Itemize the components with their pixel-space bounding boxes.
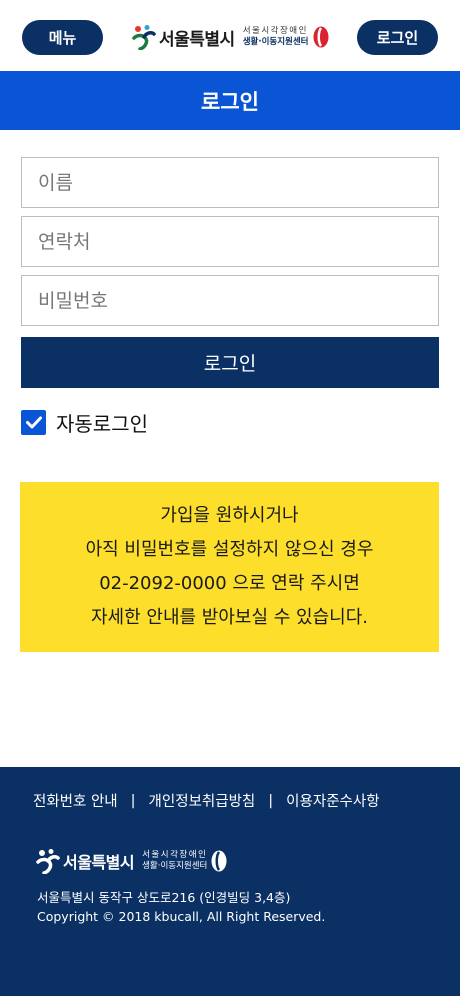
login-button-header[interactable]: 로그인 [357, 20, 438, 55]
page-title: 로그인 [0, 71, 460, 130]
logo-text: 서울특별시 [159, 29, 235, 50]
footer-separator: | [130, 792, 136, 809]
seoul-logo[interactable]: 서울특별시 서울시각장애인 생활·이동지원센터 [132, 20, 329, 54]
footer-logo-text: 서울특별시 [63, 853, 135, 872]
footer-separator: | [268, 792, 274, 809]
footer-address-block: 서울특별시 동작구 상도로216 (인경빌딩 3,4층) Copyright ©… [37, 888, 325, 926]
footer-copyright: Copyright © 2018 kbucall, All Right Rese… [37, 909, 326, 924]
notice-line: 아직 비밀번호를 설정하지 않으신 경우 [85, 539, 374, 560]
notice-line: 가입을 원하시거나 [160, 505, 299, 526]
login-submit-button[interactable]: 로그인 [21, 337, 439, 388]
footer-center-name-line1: 서울시각장애인 [142, 850, 208, 860]
center-badge-icon [313, 26, 328, 48]
footer-center-name: 서울시각장애인 생활·이동지원센터 [142, 850, 207, 872]
notice-line: 자세한 안내를 받아보실 수 있습니다. [90, 607, 368, 628]
menu-button[interactable]: 메뉴 [22, 20, 103, 55]
notice-line: 02-2092-0000 으로 연락 주시면 [99, 573, 360, 594]
center-name: 서울시각장애인 생활·이동지원센터 [243, 26, 309, 48]
footer-link-privacy-policy[interactable]: 개인정보취급방침 [149, 790, 256, 811]
footer-link-user-rules[interactable]: 이용자준수사항 [286, 790, 379, 811]
footer-center-name-line2: 생활·이동지원센터 [142, 861, 208, 871]
auto-login-option[interactable]: 자동로그인 [21, 408, 148, 437]
center-name-line1: 서울시각장애인 [242, 26, 308, 36]
auto-login-label: 자동로그인 [56, 412, 148, 436]
name-input[interactable] [21, 157, 439, 208]
notice-box: 가입을 원하시거나 아직 비밀번호를 설정하지 않으신 경우 02-2092-0… [20, 482, 439, 652]
auto-login-checkbox[interactable] [21, 410, 46, 435]
password-input[interactable] [21, 275, 439, 326]
seoul-logo-icon [36, 849, 60, 874]
phone-input[interactable] [21, 216, 439, 267]
checkmark-icon [25, 416, 42, 429]
seoul-logo-icon [132, 25, 156, 50]
footer-logo: 서울특별시 서울시각장애인 생활·이동지원센터 [36, 848, 227, 874]
footer: 전화번호 안내 | 개인정보취급방침 | 이용자준수사항 서울특별시 서울시각장… [0, 767, 460, 996]
center-badge-icon [211, 850, 227, 872]
header: 메뉴 서울특별시 서울시각장애인 생활·이동지원센터 로그인 [0, 0, 460, 72]
footer-address: 서울특별시 동작구 상도로216 (인경빌딩 3,4층) [37, 890, 291, 905]
footer-links: 전화번호 안내 | 개인정보취급방침 | 이용자준수사항 [33, 790, 433, 811]
footer-link-phone-guide[interactable]: 전화번호 안내 [33, 790, 118, 811]
center-name-line2: 생활·이동지원센터 [242, 37, 309, 47]
